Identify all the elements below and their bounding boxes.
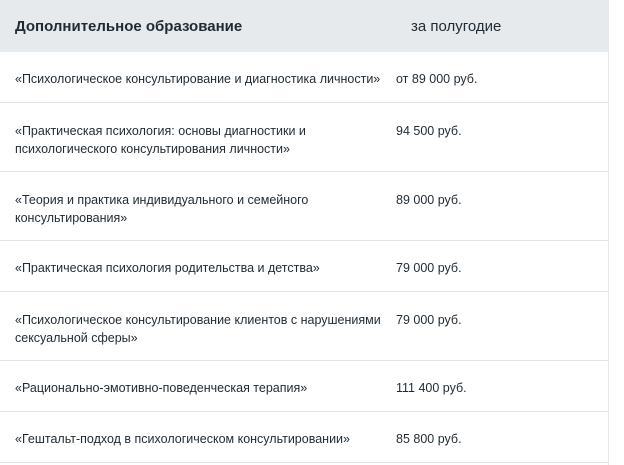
- header-program: Дополнительное образование: [15, 17, 243, 35]
- program-price: 79 000 руб.: [396, 313, 462, 327]
- program-price: от 89 000 руб.: [396, 72, 478, 86]
- table-row: «Практическая психология: основы диагнос…: [0, 103, 608, 172]
- program-name: «Рационально-эмотивно-поведенческая тера…: [15, 381, 308, 395]
- table-row: «Теория и практика индивидуального и сем…: [0, 172, 608, 241]
- program-name: «Психологическое консультирование клиент…: [15, 313, 381, 345]
- table-right-border: [608, 0, 609, 465]
- program-name: «Психологическое консультирование и диаг…: [15, 72, 381, 86]
- program-price: 85 800 руб.: [396, 432, 462, 446]
- table-row: «Практическая психология родительства и …: [0, 241, 608, 292]
- program-name: «Гештальт-подход в психологическом консу…: [15, 432, 350, 446]
- program-name: «Практическая психология родительства и …: [15, 261, 320, 275]
- program-price: 79 000 руб.: [396, 261, 462, 275]
- table-header: Дополнительное образование за полугодие: [0, 0, 608, 52]
- pricing-table: Дополнительное образование за полугодие …: [0, 0, 608, 463]
- program-price: 89 000 руб.: [396, 193, 462, 207]
- table-row: «Гештальт-подход в психологическом консу…: [0, 412, 608, 463]
- table-row: «Рационально-эмотивно-поведенческая тера…: [0, 361, 608, 412]
- table-row: «Психологическое консультирование клиент…: [0, 292, 608, 361]
- table-row: «Психологическое консультирование и диаг…: [0, 52, 608, 103]
- program-name: «Теория и практика индивидуального и сем…: [15, 193, 309, 225]
- program-price: 111 400 руб.: [396, 381, 467, 395]
- program-name: «Практическая психология: основы диагнос…: [15, 124, 306, 156]
- program-price: 94 500 руб.: [396, 124, 462, 138]
- header-price: за полугодие: [411, 17, 502, 35]
